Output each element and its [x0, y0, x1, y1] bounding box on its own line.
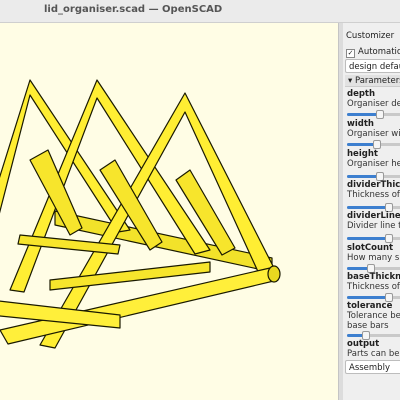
customizer-header: Customizer	[346, 31, 395, 41]
param-description: Thickness of th	[347, 282, 400, 292]
divider-line-thickness-slider[interactable]	[347, 234, 400, 243]
tolerance-slider[interactable]	[347, 331, 400, 340]
width-slider[interactable]	[347, 140, 400, 149]
param-description: Thickness of th	[347, 190, 400, 200]
window-titlebar: lid_organiser.scad — OpenSCAD	[0, 0, 400, 23]
param-name: dividerThickne	[347, 180, 400, 190]
preset-select[interactable]: design default	[345, 59, 400, 73]
customizer-panel: Customizer ✓Automatic P design default ▾…	[343, 23, 400, 400]
param-name: tolerance	[347, 301, 393, 311]
parameters-header-label: Parameters	[354, 76, 400, 86]
auto-preview-checkbox[interactable]: ✓	[346, 49, 355, 58]
param-description: Parts can be pr	[347, 349, 400, 359]
param-description: Organiser widt	[347, 129, 400, 139]
model-render	[0, 79, 281, 349]
divider-thickness-slider[interactable]	[347, 203, 400, 212]
param-description: base bars	[347, 321, 389, 331]
param-name: width	[347, 119, 374, 129]
param-name: slotCount	[347, 243, 394, 253]
cross-bar-2	[49, 261, 211, 291]
slot-count-slider[interactable]	[347, 264, 400, 273]
parameters-group-header[interactable]: ▾ Parameters	[345, 75, 400, 87]
base-thickness-slider[interactable]	[347, 293, 400, 302]
param-name: height	[347, 149, 378, 159]
output-select[interactable]: Assembly	[345, 360, 400, 374]
param-name: output	[347, 339, 380, 349]
param-description: How many slot	[347, 253, 400, 263]
param-description: Organiser dep	[347, 99, 400, 109]
bar-end-front	[267, 265, 281, 283]
height-slider[interactable]	[347, 172, 400, 181]
auto-preview-option[interactable]: ✓Automatic P	[346, 47, 400, 58]
param-description: Tolerance betw	[347, 311, 400, 321]
param-name: baseThicknes	[347, 272, 400, 282]
param-name: dividerLineTh	[347, 211, 400, 221]
auto-preview-label: Automatic P	[358, 47, 400, 57]
window-title: lid_organiser.scad — OpenSCAD	[44, 4, 223, 15]
3d-viewport[interactable]	[0, 23, 338, 400]
depth-slider[interactable]	[347, 110, 400, 119]
param-name: depth	[347, 89, 376, 99]
param-description: Organiser heig	[347, 159, 400, 169]
param-description: Divider line thi	[347, 221, 400, 231]
collapse-arrow-icon: ▾	[348, 76, 355, 86]
